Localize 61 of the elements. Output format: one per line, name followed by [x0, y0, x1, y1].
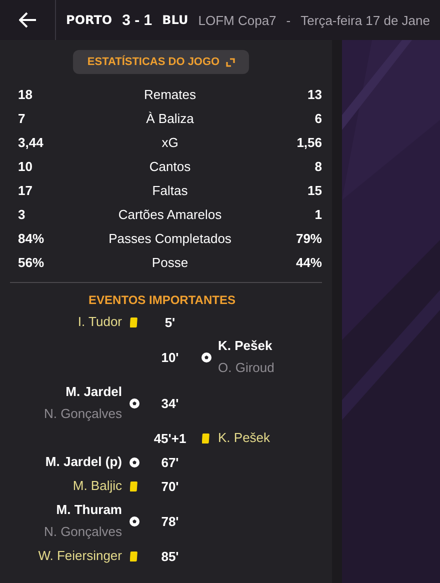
booking-card-icon: [130, 316, 138, 328]
away-stat-value: 1: [314, 206, 322, 222]
booking-card-icon: [202, 432, 210, 444]
assist-name: O. Giroud: [218, 359, 274, 377]
away-stat-value: 15: [306, 182, 322, 198]
home-stat-value: 7: [18, 110, 26, 126]
stat-label: Remates: [142, 86, 198, 102]
away-stat-value: 44%: [294, 254, 322, 270]
ball-icon: [128, 516, 140, 526]
stat-label: Passes Completados: [108, 230, 232, 246]
home-stat-value: 10: [18, 158, 34, 174]
assist-name: N. Gonçalves: [44, 523, 122, 541]
player-name: M. Jardel: [66, 383, 122, 401]
stat-label: Posse: [150, 254, 190, 270]
event-minute: 85': [160, 548, 180, 564]
event-minute: 67': [160, 454, 180, 470]
player-name: K. Pešek: [218, 429, 270, 447]
player-name: M. Jardel (p): [45, 453, 122, 471]
team-name: BLU: [162, 13, 188, 27]
home-stat-value: 3: [18, 206, 26, 222]
stat-label: À Baliza: [145, 110, 195, 126]
stat-label: Cantos: [148, 158, 192, 174]
match-stats-button[interactable]: ESTATÍSTICAS DO JOGO: [73, 50, 249, 74]
away-stat-value: 8: [314, 158, 322, 174]
event-minute: 5': [164, 314, 176, 330]
stat-label: Cartões Amarelos: [117, 206, 223, 222]
home-stat-value: 18: [18, 86, 34, 102]
home-stat-value: 84%: [18, 230, 46, 246]
event-minute: 45'+1: [152, 430, 188, 446]
booking-card-icon: [130, 550, 138, 562]
expand-icon: [226, 58, 235, 66]
event-minute: 10': [160, 350, 180, 364]
team-name: PORTO: [66, 13, 112, 27]
match-score: 3 - 1: [122, 12, 152, 28]
home-stat-value: 56%: [18, 254, 46, 270]
player-name: K. Pešek: [218, 337, 272, 355]
section-title: EVENTOS IMPORTANTES: [88, 293, 236, 307]
event-minute: 70': [160, 478, 180, 494]
assist-name: N. Gonçalves: [44, 405, 122, 423]
player-name: M. Baljic: [72, 477, 122, 495]
event-minute: 34': [160, 396, 180, 410]
home-stat-value: 17: [18, 182, 34, 198]
booking-card-icon: [130, 480, 138, 492]
player-name: I. Tudor: [78, 313, 122, 331]
back-arrow-icon: [18, 12, 37, 28]
away-stat-value: 79%: [294, 230, 322, 246]
ball-icon: [128, 398, 140, 408]
player-name: W. Feiersinger: [38, 547, 122, 565]
away-stat-value: 6: [314, 110, 322, 126]
stat-label: xG: [160, 134, 180, 150]
player-name: M. Thuram: [56, 501, 122, 519]
away-stat-value: 1,56: [296, 134, 322, 150]
separator-text: -: [286, 12, 291, 28]
stat-label: Faltas: [151, 182, 189, 198]
ball-icon: [200, 352, 212, 362]
home-stat-value: 3,44: [18, 134, 44, 150]
away-stat-value: 13: [306, 86, 322, 102]
ball-icon: [128, 456, 140, 468]
competition-name: LOFM Copa7: [198, 12, 276, 28]
match-date: Terça-feira 17 de Jane: [300, 12, 430, 28]
event-minute: 78': [160, 514, 180, 528]
